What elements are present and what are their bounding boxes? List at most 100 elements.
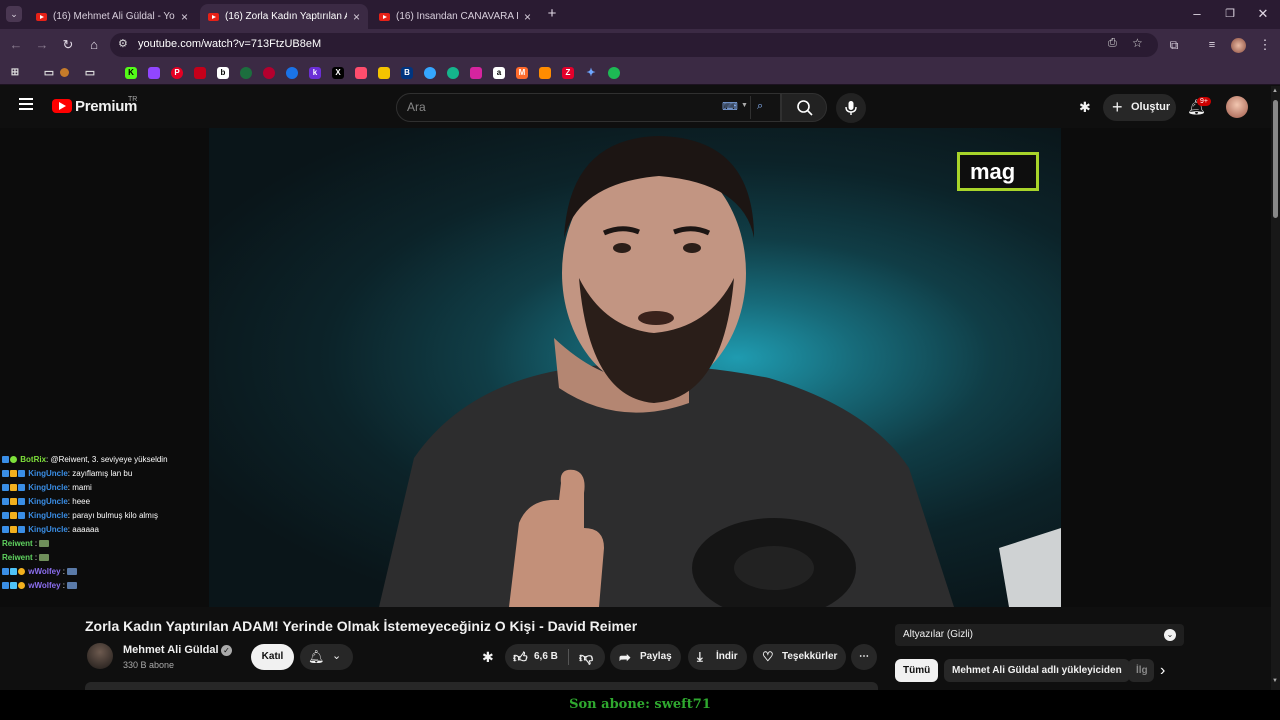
thanks-button[interactable]: ♡ Teşekkürler — [753, 644, 846, 670]
more-icon: ⋯ — [859, 651, 869, 662]
like-button[interactable]: 👍︎ 6,6 B — [505, 644, 568, 670]
thumbs-down-icon: 👎︎ — [579, 649, 594, 665]
bookmark-icon[interactable] — [60, 68, 69, 77]
spotify-icon[interactable] — [608, 67, 620, 79]
back-icon[interactable]: ← — [8, 37, 24, 53]
youtube-favicon-icon — [36, 12, 47, 21]
studio-icon[interactable]: ✱ — [1079, 99, 1091, 116]
amazon-icon[interactable]: a — [493, 67, 505, 79]
create-button[interactable]: + Oluştur — [1103, 94, 1176, 121]
bookmark-icon[interactable]: k — [309, 67, 321, 79]
tab-search-icon[interactable]: ⌄ — [6, 6, 22, 22]
extensions-icon[interactable]: ⧉ — [1166, 37, 1182, 53]
address-bar[interactable]: ⚙ youtube.com/watch?v=713FtzUB8eM ⎙ ☆ — [110, 33, 1158, 57]
new-tab-button[interactable]: + — [544, 6, 560, 22]
bookmark-icon[interactable] — [355, 67, 367, 79]
chip-all[interactable]: Tümü — [895, 659, 939, 682]
chevron-down-icon[interactable]: ⌄ — [1164, 629, 1176, 641]
bookmark-icon[interactable]: M — [516, 67, 528, 79]
kick-icon[interactable]: K — [125, 67, 137, 79]
instagram-icon[interactable] — [470, 67, 482, 79]
youtube-logo-icon[interactable] — [52, 99, 72, 113]
profile-avatar[interactable] — [1231, 38, 1246, 53]
media-control-icon[interactable]: ≡ — [1204, 37, 1220, 53]
browser-tab-1[interactable]: (16) Mehmet Ali Güldal - YouTube × — [28, 4, 196, 29]
page-scrollbar[interactable]: ▲ ▼ — [1271, 86, 1280, 690]
chat-text: : aaaaaa — [67, 525, 99, 534]
search-input[interactable] — [407, 100, 707, 114]
bookmark-icon[interactable] — [286, 67, 298, 79]
bookmark-icon[interactable]: b — [217, 67, 229, 79]
folder-icon[interactable]: ▭ — [43, 67, 55, 79]
channel-name[interactable]: Mehmet Ali Güldal — [123, 644, 219, 656]
reload-icon[interactable]: ↻ — [60, 37, 76, 53]
keyboard-icon[interactable]: ⌨ — [722, 100, 738, 113]
bookmark-icon[interactable] — [194, 67, 206, 79]
twitch-icon[interactable] — [148, 67, 160, 79]
gemini-icon[interactable]: ✦ — [585, 67, 597, 79]
description-box-top[interactable] — [85, 682, 878, 690]
dislike-button[interactable]: 👎︎ — [569, 644, 605, 670]
install-app-icon[interactable]: ⎙ — [1108, 37, 1117, 50]
chip-from-uploader[interactable]: Mehmet Ali Güldal adlı yükleyiciden — [944, 659, 1130, 682]
channel-avatar[interactable] — [87, 643, 113, 669]
bookmark-icon[interactable] — [447, 67, 459, 79]
voice-search-button[interactable] — [836, 93, 866, 123]
pinterest-icon[interactable]: P — [171, 67, 183, 79]
chat-text: : zayıflamış lan bu — [67, 469, 133, 478]
download-button[interactable]: ⤓ İndir — [688, 644, 747, 670]
browser-tab-3[interactable]: (16) İnsandan CANAVARA Dönüşe × — [371, 4, 539, 29]
forward-icon[interactable]: → — [34, 37, 50, 53]
bookmark-icon[interactable] — [378, 67, 390, 79]
browser-tab-2[interactable]: (16) Zorla Kadın Yaptırılan ADAM! × — [200, 4, 368, 29]
bookmark-icon[interactable]: B — [401, 67, 413, 79]
bookmark-icon[interactable]: Z — [562, 67, 574, 79]
captions-panel-header[interactable]: Altyazılar (Gizli) ⌄ — [895, 624, 1184, 646]
bookmark-star-icon[interactable]: ☆ — [1132, 36, 1143, 50]
chevron-right-icon[interactable]: › — [1160, 662, 1165, 680]
site-info-icon[interactable]: ⚙ — [118, 37, 128, 50]
subscription-bell-button[interactable]: 🔔︎ ⌄ — [300, 644, 353, 670]
close-tab-icon[interactable]: × — [181, 10, 188, 24]
search-box[interactable]: ⌨ ▼ ⌕ — [396, 93, 781, 122]
bookmark-icon[interactable] — [240, 67, 252, 79]
join-button[interactable]: Katıl — [251, 644, 294, 670]
account-avatar[interactable] — [1226, 96, 1248, 118]
maximize-icon[interactable]: ❐ — [1222, 6, 1238, 22]
moderator-badge-icon — [2, 582, 9, 590]
moderator-badge-icon — [2, 484, 9, 492]
chat-text: : parayı bulmuş kilo almış — [67, 511, 159, 520]
chip-related[interactable]: İlg — [1128, 659, 1154, 682]
scrollbar-thumb[interactable] — [1273, 100, 1278, 218]
chat-username: KingUncle — [28, 483, 68, 492]
region-code: TR — [128, 96, 138, 103]
chat-message: Reiwent : — [2, 537, 208, 551]
chat-text: : — [32, 553, 38, 562]
ask-ai-icon[interactable]: ✱ — [482, 649, 494, 666]
search-button[interactable] — [781, 93, 827, 122]
search-extension-icon[interactable]: ⌕ — [757, 100, 763, 113]
scroll-down-icon[interactable]: ▼ — [1272, 678, 1278, 684]
emote-icon — [67, 582, 78, 590]
close-window-icon[interactable]: ✕ — [1255, 6, 1271, 22]
folder-icon[interactable]: ▭ — [84, 67, 96, 79]
share-button[interactable]: ➦ Paylaş — [610, 644, 681, 670]
chat-username: KingUncle — [28, 511, 68, 520]
chevron-down-icon[interactable]: ▼ — [741, 102, 748, 109]
bookmark-icon[interactable] — [539, 67, 551, 79]
video-player[interactable]: mag — [209, 128, 1061, 607]
bookmark-icon[interactable] — [424, 67, 436, 79]
x-icon[interactable]: X — [332, 67, 344, 79]
minimize-icon[interactable]: – — [1189, 6, 1205, 22]
apps-grid-icon[interactable]: ⊞ — [9, 67, 21, 79]
last-subscriber-text: Son abone: sweft71 — [569, 697, 711, 712]
bookmark-icon[interactable] — [263, 67, 275, 79]
more-actions-button[interactable]: ⋯ — [851, 644, 877, 670]
chat-username: KingUncle — [28, 525, 68, 534]
chrome-menu-icon[interactable]: ⋮ — [1257, 37, 1273, 53]
scroll-up-icon[interactable]: ▲ — [1272, 88, 1278, 94]
hamburger-menu-icon[interactable] — [19, 98, 33, 110]
home-icon[interactable]: ⌂ — [86, 37, 102, 53]
close-tab-icon[interactable]: × — [524, 10, 531, 24]
close-tab-icon[interactable]: × — [353, 10, 360, 24]
